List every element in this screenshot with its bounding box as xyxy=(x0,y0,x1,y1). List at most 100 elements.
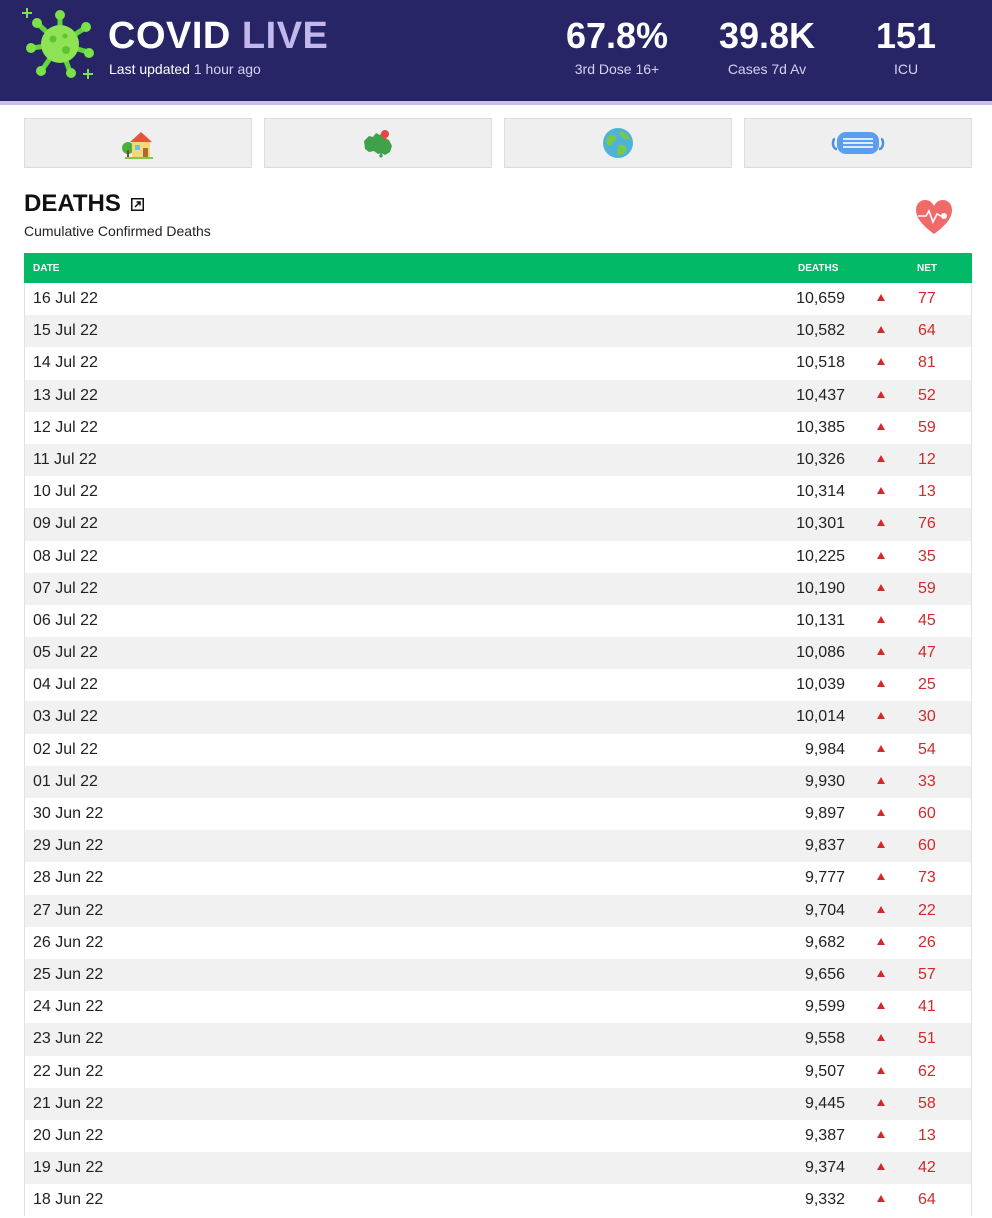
row-date: 26 Jun 22 xyxy=(33,933,104,951)
table-row[interactable]: 19 Jun 22 9,374 42 xyxy=(25,1152,971,1185)
table-row[interactable]: 11 Jul 22 10,326 12 xyxy=(25,443,971,477)
increase-arrow-icon xyxy=(877,487,885,495)
row-net: 73 xyxy=(918,869,936,887)
header-date[interactable]: DATE xyxy=(33,263,59,274)
table-row[interactable]: 02 Jul 22 9,984 54 xyxy=(25,734,971,766)
table-row[interactable]: 15 Jul 22 10,582 64 xyxy=(25,315,971,348)
section-title: DEATHS xyxy=(24,190,144,218)
virus-logo-icon[interactable] xyxy=(22,6,98,82)
increase-arrow-icon xyxy=(877,358,885,366)
row-net: 54 xyxy=(918,740,936,758)
row-date: 14 Jul 22 xyxy=(33,354,98,372)
row-net: 64 xyxy=(918,1191,936,1209)
row-net: 57 xyxy=(918,965,936,983)
nav-home-button[interactable] xyxy=(24,118,252,168)
table-row[interactable]: 18 Jun 22 9,332 64 xyxy=(25,1184,971,1216)
table-row[interactable]: 07 Jul 22 10,190 59 xyxy=(25,572,971,605)
row-deaths: 10,014 xyxy=(796,708,845,726)
row-deaths: 10,131 xyxy=(796,611,845,629)
increase-arrow-icon xyxy=(877,1163,885,1171)
increase-arrow-icon xyxy=(877,454,885,462)
updated-label: Last updated xyxy=(109,61,190,77)
nav-world-button[interactable] xyxy=(504,118,732,168)
increase-arrow-icon xyxy=(877,873,885,881)
table-row[interactable]: 09 Jul 22 10,301 76 xyxy=(25,508,971,541)
row-net: 33 xyxy=(918,772,936,790)
row-deaths: 10,190 xyxy=(796,579,845,597)
table-row[interactable]: 10 Jul 22 10,314 13 xyxy=(25,476,971,508)
table-row[interactable]: 04 Jul 22 10,039 25 xyxy=(25,669,971,701)
row-deaths: 10,039 xyxy=(796,676,845,694)
increase-arrow-icon xyxy=(877,809,885,816)
header-net[interactable]: NET xyxy=(917,263,937,274)
table-header: DATE DEATHS NET xyxy=(24,253,972,283)
row-deaths: 9,984 xyxy=(804,740,845,758)
row-deaths: 9,897 xyxy=(804,805,845,822)
stat-label: 3rd Dose 16+ xyxy=(574,61,660,77)
row-date: 18 Jun 22 xyxy=(33,1191,104,1209)
stat-cases[interactable]: 39.8K Cases 7d Av xyxy=(706,14,828,77)
row-net: 13 xyxy=(918,483,936,501)
table-row[interactable]: 13 Jul 22 10,437 52 xyxy=(25,379,971,412)
australia-map-icon xyxy=(364,130,392,158)
row-deaths: 10,437 xyxy=(796,386,845,404)
table-row[interactable]: 16 Jul 22 10,659 77 xyxy=(25,283,971,315)
updated-ago: 1 hour ago xyxy=(193,61,261,77)
increase-arrow-icon xyxy=(877,905,885,913)
row-date: 09 Jul 22 xyxy=(33,515,98,533)
table-row[interactable]: 20 Jun 22 9,387 13 xyxy=(25,1120,971,1152)
table-row[interactable]: 14 Jul 22 10,518 81 xyxy=(25,347,971,379)
increase-arrow-icon xyxy=(877,1195,885,1203)
increase-arrow-icon xyxy=(877,1066,885,1074)
row-net: 30 xyxy=(918,708,936,726)
row-net: 47 xyxy=(918,644,936,662)
nav-australia-button[interactable] xyxy=(264,118,492,168)
table-row[interactable]: 26 Jun 22 9,682 26 xyxy=(25,927,971,959)
row-date: 16 Jul 22 xyxy=(33,290,98,307)
table-row[interactable]: 08 Jul 22 10,225 35 xyxy=(25,541,971,573)
table-row[interactable]: 21 Jun 22 9,445 58 xyxy=(25,1087,971,1120)
stat-third-dose[interactable]: 67.8% 3rd Dose 16+ xyxy=(556,14,678,77)
popout-icon[interactable] xyxy=(130,197,144,211)
row-deaths: 9,656 xyxy=(804,965,845,983)
table-row[interactable]: 01 Jul 22 9,930 33 xyxy=(25,765,971,798)
row-deaths: 9,930 xyxy=(804,772,845,790)
row-date: 02 Jul 22 xyxy=(33,740,98,758)
row-date: 03 Jul 22 xyxy=(33,708,98,726)
brand-title[interactable]: COVID LIVE xyxy=(108,14,328,58)
table-row[interactable]: 23 Jun 22 9,558 51 xyxy=(25,1023,971,1056)
table-row[interactable]: 05 Jul 22 10,086 47 xyxy=(25,637,971,670)
table-row[interactable]: 25 Jun 22 9,656 57 xyxy=(25,958,971,992)
stat-icu[interactable]: 151 ICU xyxy=(858,14,954,77)
row-date: 27 Jun 22 xyxy=(33,901,104,919)
row-net: 12 xyxy=(918,450,936,468)
table-row[interactable]: 12 Jul 22 10,385 59 xyxy=(25,412,971,444)
globe-icon xyxy=(603,128,633,158)
row-deaths: 10,086 xyxy=(796,644,845,662)
table-row[interactable]: 29 Jun 22 9,837 60 xyxy=(25,830,971,863)
row-deaths: 9,332 xyxy=(804,1191,845,1209)
row-deaths: 10,659 xyxy=(796,290,845,307)
stat-value: 151 xyxy=(875,15,937,56)
row-deaths: 10,582 xyxy=(796,322,845,340)
row-date: 08 Jul 22 xyxy=(33,547,98,565)
table-row[interactable]: 06 Jul 22 10,131 45 xyxy=(25,605,971,637)
table-row[interactable]: 30 Jun 22 9,897 60 xyxy=(25,798,971,830)
table-row[interactable]: 28 Jun 22 9,777 73 xyxy=(25,862,971,894)
nav-mask-button[interactable] xyxy=(744,118,972,168)
house-icon xyxy=(122,132,153,159)
table-row[interactable]: 27 Jun 22 9,704 22 xyxy=(25,894,971,927)
row-deaths: 9,387 xyxy=(804,1126,845,1144)
table-row[interactable]: 03 Jul 22 10,014 30 xyxy=(25,701,971,734)
row-date: 11 Jul 22 xyxy=(33,450,97,468)
table-row[interactable]: 24 Jun 22 9,599 41 xyxy=(25,991,971,1023)
row-deaths: 10,326 xyxy=(796,450,845,468)
row-net: 22 xyxy=(918,901,936,919)
row-date: 10 Jul 22 xyxy=(33,483,98,501)
header-deaths[interactable]: DEATHS xyxy=(798,263,838,274)
increase-arrow-icon xyxy=(877,422,885,430)
table-row[interactable]: 22 Jun 22 9,507 62 xyxy=(25,1056,971,1088)
row-deaths: 9,599 xyxy=(804,998,845,1016)
row-date: 15 Jul 22 xyxy=(33,322,98,340)
row-net: 59 xyxy=(918,579,936,597)
